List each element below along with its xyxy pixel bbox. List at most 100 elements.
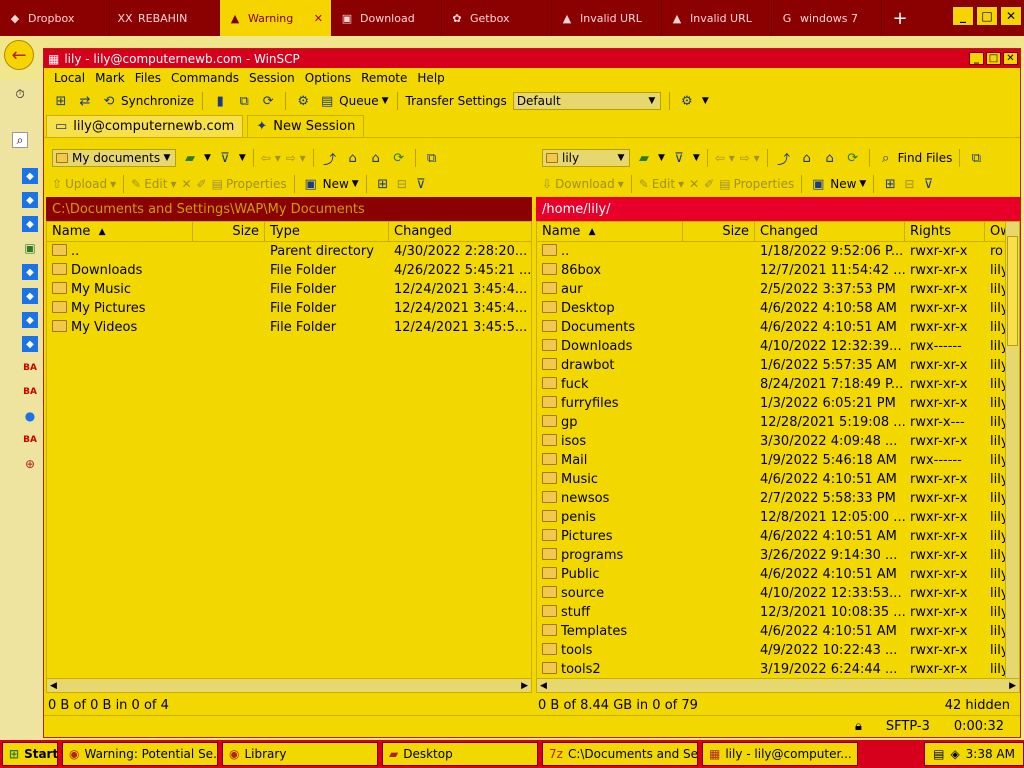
table-row[interactable]: source 4/10/2022 12:33:53... rwxr-xr-x lily: [537, 584, 1019, 603]
transfer-preset-icon[interactable]: ⚙: [678, 92, 696, 110]
chevron-down-icon[interactable]: ▼: [204, 153, 211, 163]
session-tab-active[interactable]: ▭ lily@computernewb.com: [46, 115, 244, 137]
back-button[interactable]: ←: [4, 40, 34, 70]
table-row[interactable]: Documents 4/6/2022 4:10:51 AM rwxr-xr-x lil…: [537, 318, 1019, 337]
column-changed[interactable]: Changed: [755, 222, 905, 241]
scroll-left-icon[interactable]: ◀: [50, 681, 57, 691]
select-all-icon[interactable]: ⊞: [881, 175, 899, 193]
properties-button[interactable]: ▤ Properties: [212, 177, 287, 191]
scroll-left-icon[interactable]: ◀: [540, 681, 547, 691]
browser-tab[interactable]: Gwindows 7: [772, 0, 882, 36]
table-row[interactable]: gp 12/28/2021 5:19:08 ... rwxr-x--- lily: [537, 413, 1019, 432]
new-session-tab[interactable]: ✦ New Session: [247, 115, 365, 137]
filter-icon[interactable]: ⊽: [216, 149, 234, 167]
close-button[interactable]: ✕: [1000, 6, 1022, 26]
menu-item-commands[interactable]: Commands: [171, 71, 239, 85]
column-size[interactable]: Size: [193, 222, 265, 241]
taskbar-item[interactable]: ◉ Library: [222, 742, 378, 766]
globe-icon[interactable]: ⊕: [22, 456, 38, 472]
gear-icon[interactable]: ⚙: [294, 92, 312, 110]
table-row[interactable]: fuck 8/24/2021 7:18:49 P... rwxr-xr-x lily: [537, 375, 1019, 394]
local-location-select[interactable]: My documents ▼: [52, 149, 176, 167]
close-button[interactable]: ✕: [1003, 52, 1018, 65]
maximize-button[interactable]: □: [976, 6, 998, 26]
select-filter-icon[interactable]: ⊽: [412, 175, 430, 193]
table-row[interactable]: .. Parent directory 4/30/2022 2:28:20...: [47, 242, 531, 261]
local-horizontal-scrollbar[interactable]: ◀ ▶: [47, 678, 531, 692]
remote-path-bar[interactable]: /home/lily/: [536, 197, 1020, 221]
clock[interactable]: 3:38 AM: [966, 747, 1015, 761]
hidden-count[interactable]: 42 hidden: [945, 698, 1010, 713]
forward-icon[interactable]: ⇨ ▾: [740, 151, 760, 165]
table-row[interactable]: Downloads 4/10/2022 12:32:39... rwx------ l…: [537, 337, 1019, 356]
refresh-icon[interactable]: ⟳: [259, 92, 277, 110]
table-row[interactable]: 86box 12/7/2021 11:54:42 ... rwxr-xr-x lily: [537, 261, 1019, 280]
scroll-right-icon[interactable]: ▶: [521, 681, 528, 691]
column-rights[interactable]: Rights: [905, 222, 985, 241]
ba-icon[interactable]: BA: [22, 384, 38, 400]
table-row[interactable]: furryfiles 1/3/2022 6:05:21 PM rwxr-xr-x li…: [537, 394, 1019, 413]
scroll-right-icon[interactable]: ▶: [1009, 681, 1016, 691]
table-row[interactable]: newsos 2/7/2022 5:58:33 PM rwxr-xr-x lily: [537, 489, 1019, 508]
taskbar-item[interactable]: 7z C:\Documents and Set...: [542, 742, 698, 766]
parent-dir-icon[interactable]: ⤴: [775, 149, 793, 168]
volume-icon[interactable]: ◈: [950, 747, 959, 761]
delete-icon[interactable]: ✕: [689, 177, 699, 191]
queue-button[interactable]: ▤ Queue ▼: [318, 92, 389, 110]
search-icon[interactable]: ⌕: [12, 132, 28, 148]
back-icon[interactable]: ⇦ ▾: [261, 151, 281, 165]
browser-tab[interactable]: ▲ Invalid URL: [662, 0, 772, 36]
maximize-button[interactable]: □: [986, 52, 1001, 65]
ba-icon[interactable]: BA: [22, 360, 38, 376]
column-name[interactable]: Name ▲: [47, 222, 193, 241]
new-tab-button[interactable]: +: [882, 0, 918, 36]
rename-icon[interactable]: ✐: [197, 177, 207, 191]
menu-item-options[interactable]: Options: [305, 71, 351, 85]
minimize-button[interactable]: _: [969, 52, 984, 65]
table-row[interactable]: Pictures 4/6/2022 4:10:51 AM rwxr-xr-x lily: [537, 527, 1019, 546]
menu-item-session[interactable]: Session: [249, 71, 295, 85]
history-icon[interactable]: ⏱: [12, 86, 28, 102]
close-tab-icon[interactable]: ✕: [314, 12, 323, 25]
table-row[interactable]: .. 1/18/2022 9:52:06 P... rwxr-xr-x ro: [537, 242, 1019, 261]
table-row[interactable]: Templates 4/6/2022 4:10:51 AM rwxr-xr-x lil…: [537, 622, 1019, 641]
rename-icon[interactable]: ✐: [704, 177, 714, 191]
remote-vertical-scrollbar[interactable]: [1005, 222, 1019, 678]
open-folder-icon[interactable]: ▰: [181, 149, 199, 167]
edit-button[interactable]: ✎ Edit ▾: [131, 177, 176, 191]
root-dir-icon[interactable]: ⌂: [344, 149, 362, 167]
dropbox-icon[interactable]: ◆: [22, 336, 38, 352]
delete-icon[interactable]: ✕: [181, 177, 191, 191]
column-type[interactable]: Type: [265, 222, 389, 241]
menu-item-help[interactable]: Help: [417, 71, 444, 85]
unselect-icon[interactable]: ⊟: [397, 177, 407, 191]
network-icon[interactable]: ▤: [933, 747, 944, 761]
menu-item-mark[interactable]: Mark: [95, 71, 125, 85]
home-icon[interactable]: ⌂: [367, 149, 385, 167]
table-row[interactable]: isos 3/30/2022 4:09:48 ... rwxr-xr-x lily: [537, 432, 1019, 451]
tree-icon[interactable]: ⧉: [423, 149, 441, 167]
start-button[interactable]: ⊞ Start: [2, 742, 58, 766]
unselect-icon[interactable]: ⊟: [904, 177, 914, 191]
chevron-down-icon[interactable]: ▼: [239, 153, 246, 163]
sync-browse-icon[interactable]: ⇄: [76, 92, 94, 110]
putty-icon[interactable]: ⧉: [235, 92, 253, 110]
parent-dir-icon[interactable]: ⤴: [321, 149, 339, 168]
back-icon[interactable]: ⇦ ▾: [715, 151, 735, 165]
refresh-icon[interactable]: ⟳: [390, 149, 408, 167]
column-changed[interactable]: Changed: [389, 222, 531, 241]
table-row[interactable]: My Videos File Folder 12/24/2021 3:45:5...: [47, 318, 531, 337]
dropbox-icon[interactable]: ◆: [22, 216, 38, 232]
chevron-down-icon[interactable]: ▼: [693, 153, 700, 163]
browser-tab[interactable]: ◆ Dropbox: [0, 0, 110, 36]
new-button[interactable]: ▣ New ▼: [809, 175, 866, 193]
dropbox-icon[interactable]: ◆: [22, 312, 38, 328]
tree-icon[interactable]: ⧉: [967, 149, 985, 167]
scroll-thumb[interactable]: [1007, 236, 1018, 346]
filter-icon[interactable]: ⊽: [670, 149, 688, 167]
dropbox-icon[interactable]: ◆: [22, 288, 38, 304]
ba-icon[interactable]: BA: [22, 432, 38, 448]
column-name[interactable]: Name ▲: [537, 222, 683, 241]
home-icon[interactable]: ⌂: [821, 149, 839, 167]
remote-location-select[interactable]: lily ▼: [542, 149, 630, 167]
